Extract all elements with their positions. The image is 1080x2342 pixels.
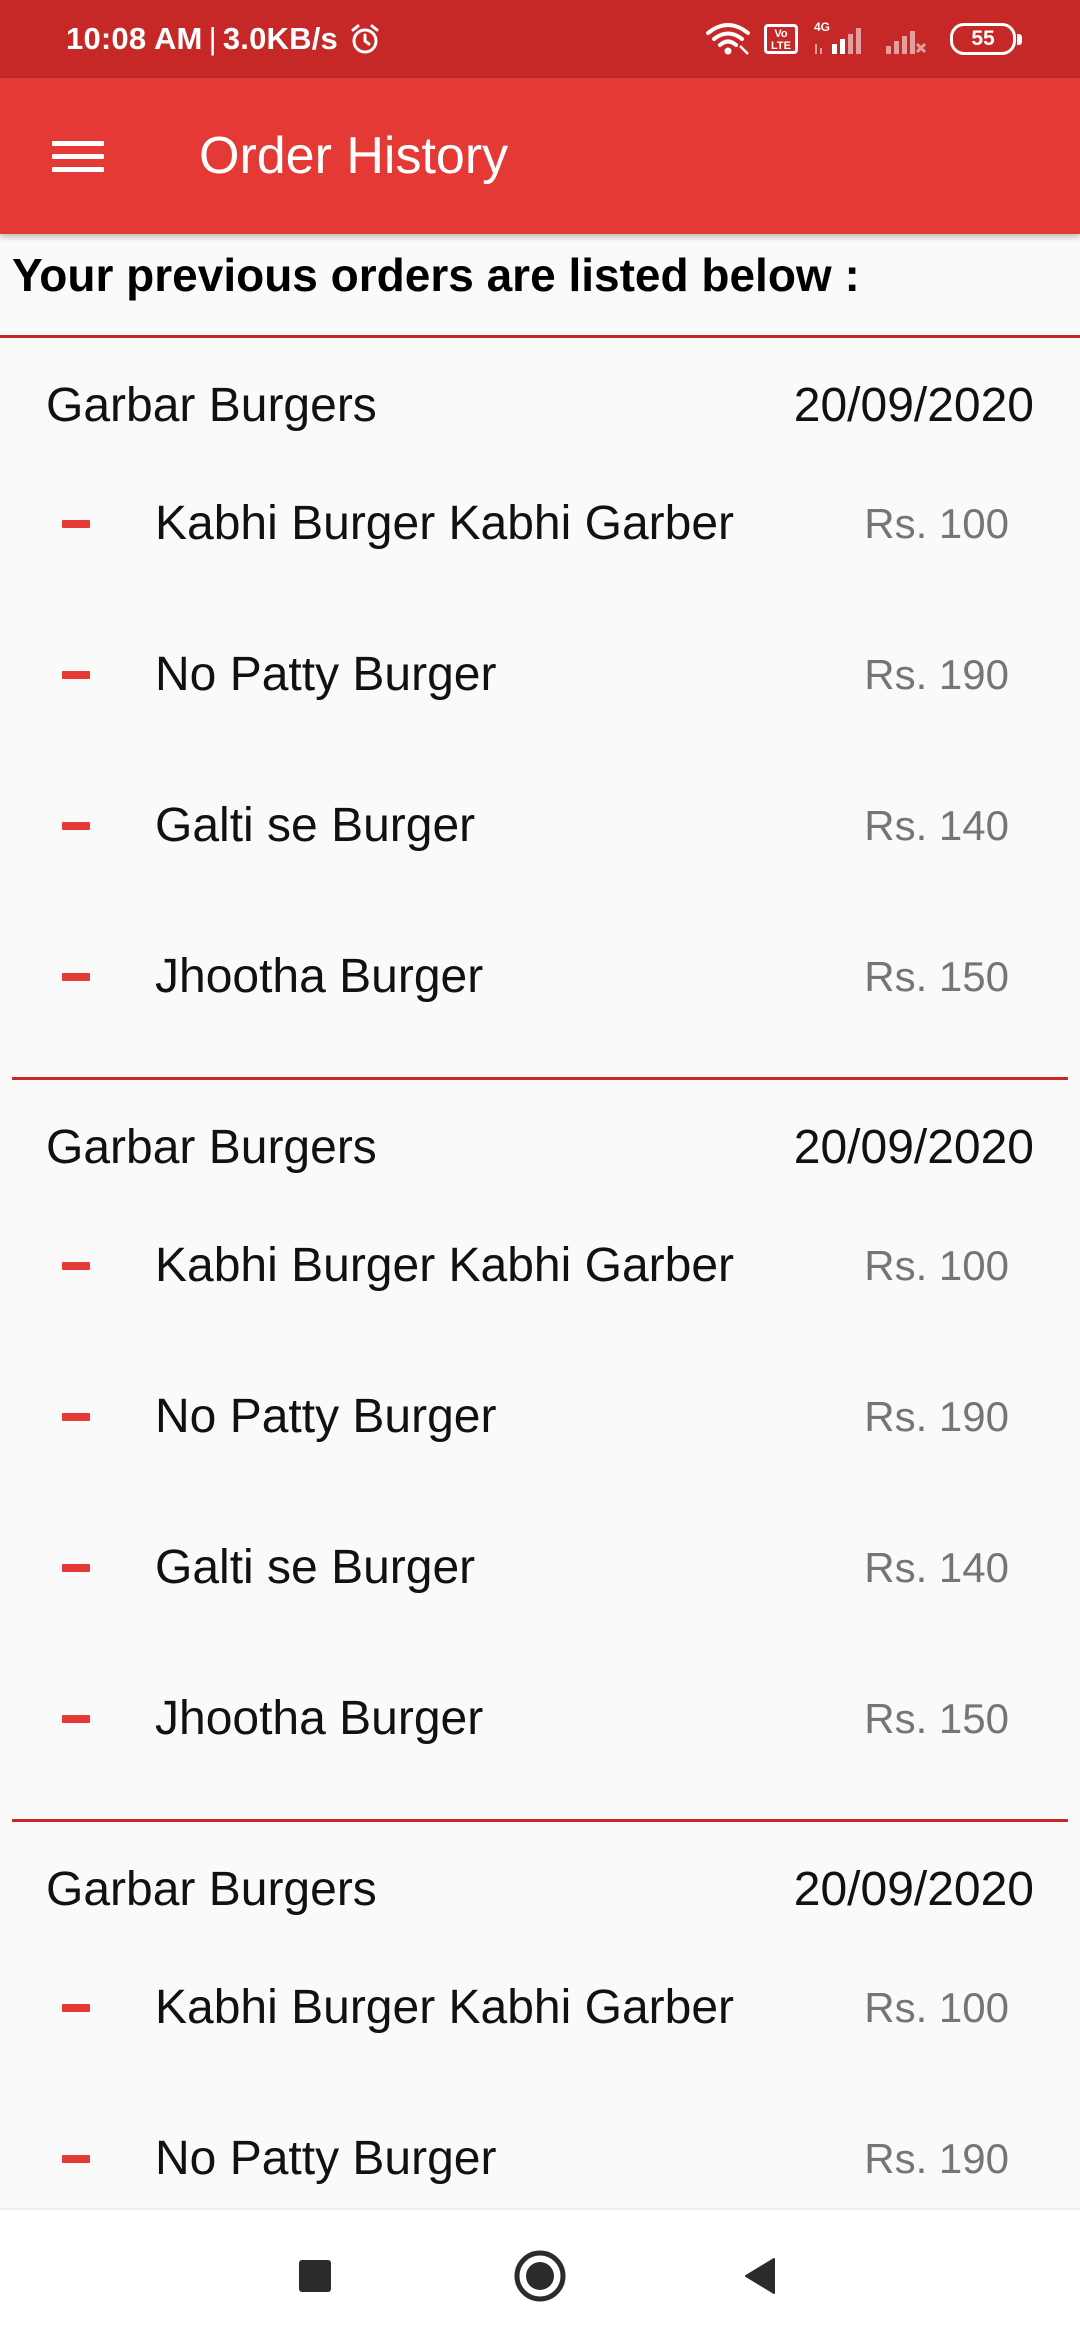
order-item[interactable]: No Patty Burger Rs. 190 [0,2083,1080,2208]
item-name: Galti se Burger [155,799,476,852]
order-item[interactable]: No Patty Burger Rs. 190 [0,1341,1080,1492]
item-price: Rs. 100 [864,1983,1009,2031]
item-name: Kabhi Burger Kabhi Garber [155,1239,734,1292]
alarm-icon [351,24,379,54]
order-date: 20/09/2020 [793,379,1034,432]
item-price: Rs. 140 [864,1543,1009,1591]
order-item[interactable]: Jhootha Burger Rs. 150 [0,1643,1080,1794]
order-card[interactable]: Garbar Burgers 20/09/2020 Kabhi Burger K… [0,1080,1080,1822]
hamburger-menu-icon[interactable] [52,133,104,180]
status-time: 10:08 AM [66,21,203,56]
item-price: Rs. 150 [864,952,1009,1000]
dash-icon [62,1564,90,1572]
order-date: 20/09/2020 [793,1121,1034,1174]
item-name: Kabhi Burger Kabhi Garber [155,1981,734,2034]
recents-square-icon[interactable] [298,2259,332,2293]
volte-bottom-text: LTE [771,40,791,52]
dash-icon [62,1262,90,1270]
item-name: Jhootha Burger [155,1692,484,1745]
dash-icon [62,822,90,830]
home-circle-icon[interactable] [513,2249,567,2303]
volte-icon: Vo LTE [764,24,798,54]
dash-icon [62,2004,90,2012]
home-button[interactable] [480,2210,600,2342]
order-card[interactable]: Garbar Burgers 20/09/2020 Kabhi Burger K… [0,1822,1080,2208]
volte-top-text: Vo [774,28,788,40]
order-item[interactable]: Kabhi Burger Kabhi Garber Rs. 100 [0,1932,1080,2083]
item-price: Rs. 100 [864,1241,1009,1289]
dash-icon [62,973,90,981]
wifi-icon [706,23,750,55]
order-header: Garbar Burgers 20/09/2020 [46,1120,1034,1175]
item-name: No Patty Burger [155,1390,497,1443]
restaurant-name: Garbar Burgers [46,1121,377,1174]
dash-icon [62,1715,90,1723]
dash-icon [62,671,90,679]
order-header: Garbar Burgers 20/09/2020 [46,378,1034,433]
restaurant-name: Garbar Burgers [46,1863,377,1916]
navigation-bar [0,2208,1080,2342]
order-item[interactable]: Kabhi Burger Kabhi Garber Rs. 100 [0,1190,1080,1341]
order-item[interactable]: Kabhi Burger Kabhi Garber Rs. 100 [0,448,1080,599]
dash-icon [62,1413,90,1421]
dash-icon [62,520,90,528]
app-bar: Order History [0,78,1080,234]
recents-button[interactable] [255,2210,375,2342]
order-card[interactable]: Garbar Burgers 20/09/2020 Kabhi Burger K… [0,338,1080,1080]
item-name: No Patty Burger [155,648,497,701]
order-item[interactable]: No Patty Burger Rs. 190 [0,599,1080,750]
order-item[interactable]: Galti se Burger Rs. 140 [0,750,1080,901]
signal-icon: 4G [812,20,870,56]
item-price: Rs. 150 [864,1694,1009,1742]
back-triangle-icon[interactable] [740,2256,780,2296]
page-title: Order History [199,127,509,185]
subheader: Your previous orders are listed below : [12,249,860,301]
order-item[interactable]: Jhootha Burger Rs. 150 [0,901,1080,1052]
item-name: Jhootha Burger [155,950,484,1003]
order-item[interactable]: Galti se Burger Rs. 140 [0,1492,1080,1643]
order-list[interactable]: Garbar Burgers 20/09/2020 Kabhi Burger K… [0,338,1080,2208]
status-separator: | [208,21,217,56]
signal-weak-icon [886,31,927,54]
back-button[interactable] [700,2210,820,2342]
battery-icon: 55 [950,23,1022,55]
item-name: No Patty Burger [155,2132,497,2185]
status-left: 10:08 AM | 3.0KB/s [66,21,382,57]
item-price: Rs. 100 [864,499,1009,547]
item-name: Kabhi Burger Kabhi Garber [155,497,734,550]
item-price: Rs. 190 [864,650,1009,698]
item-price: Rs. 190 [864,1392,1009,1440]
item-name: Galti se Burger [155,1541,476,1594]
status-network-speed: 3.0KB/s [222,21,338,56]
restaurant-name: Garbar Burgers [46,379,377,432]
menu-button[interactable] [30,116,126,196]
dash-icon [62,2155,90,2163]
status-bar: 10:08 AM | 3.0KB/s Vo LTE 4G 55 [0,0,1080,78]
item-price: Rs. 140 [864,801,1009,849]
order-header: Garbar Burgers 20/09/2020 [46,1862,1034,1917]
status-right: Vo LTE 4G 55 [706,20,1022,56]
item-price: Rs. 190 [864,2134,1009,2182]
battery-level: 55 [971,27,995,50]
order-date: 20/09/2020 [793,1863,1034,1916]
